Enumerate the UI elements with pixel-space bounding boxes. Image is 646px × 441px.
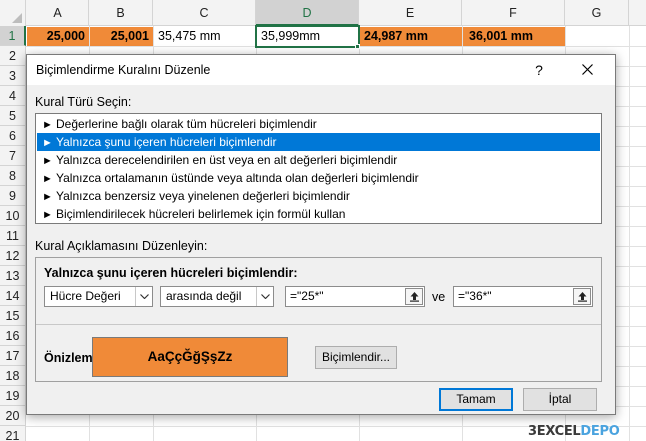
cell-e1[interactable]: 24,987 mm [360,27,462,46]
row-header-7[interactable]: 7 [0,146,26,166]
edit-formatting-rule-dialog: Biçimlendirme Kuralını Düzenle ? Kural T… [26,54,616,415]
row-header-19[interactable]: 19 [0,386,26,406]
cell-c1[interactable]: 35,475 mm [154,27,256,46]
column-header-a[interactable]: A [27,0,89,26]
arrow-right-icon: ► [42,119,53,131]
select-all-corner[interactable] [0,0,26,26]
chevron-down-icon [261,294,270,299]
column-header-c[interactable]: C [153,0,256,26]
arrow-right-icon: ► [42,173,53,185]
condition-operator-select[interactable]: arasında değil [160,286,274,307]
rule-type-item-selected[interactable]: ► Yalnızca şunu içeren hücreleri biçimlen… [37,133,600,151]
collapse-dialog-button[interactable] [405,288,423,305]
column-header-f[interactable]: F [462,0,565,26]
connector-label: ve [432,290,446,304]
rule-type-item[interactable]: ► Değerlerine bağlı olarak tüm hücreleri … [37,115,600,133]
collapse-dialog-button[interactable] [573,288,591,305]
help-button[interactable]: ? [527,58,551,82]
arrow-right-icon: ► [42,209,53,221]
ok-button[interactable]: Tamam [439,388,513,411]
value1-input[interactable]: ="25*" [285,286,425,307]
row-header-14[interactable]: 14 [0,286,26,306]
rule-type-item[interactable]: ► Yalnızca benzersiz veya yinelenen değer… [37,187,600,205]
dialog-titlebar[interactable]: Biçimlendirme Kuralını Düzenle ? [27,55,615,85]
collapse-arrow-icon [578,292,587,302]
row-header-15[interactable]: 15 [0,306,26,326]
rule-type-item[interactable]: ► Yalnızca derecelendirilen en üst veya e… [37,151,600,169]
collapse-arrow-icon [410,292,419,302]
rule-type-item[interactable]: ► Biçimlendirilecek hücreleri belirlemek … [37,205,600,223]
row-header-2[interactable]: 2 [0,46,26,66]
row-header-11[interactable]: 11 [0,226,26,246]
row-header-4[interactable]: 4 [0,86,26,106]
row-header-17[interactable]: 17 [0,346,26,366]
column-header-b[interactable]: B [89,0,153,26]
watermark-logo: 3EXCELDEPO [528,424,620,439]
column-header-e[interactable]: E [359,0,462,26]
row-header-13[interactable]: 13 [0,266,26,286]
condition-heading: Yalnızca şunu içeren hücreleri biçimlend… [44,266,298,280]
row-header-5[interactable]: 5 [0,106,26,126]
row-header-9[interactable]: 9 [0,186,26,206]
format-button[interactable]: Biçimlendir... [315,346,397,369]
cell-d1-active[interactable]: 35,999mm [255,25,360,48]
divider [36,324,601,325]
row-header-6[interactable]: 6 [0,126,26,146]
arrow-right-icon: ► [42,191,53,203]
column-header-d[interactable]: D [256,0,359,26]
cell-f1[interactable]: 36,001 mm [463,27,565,46]
cancel-button[interactable]: İptal [523,388,597,411]
row-header-8[interactable]: 8 [0,166,26,186]
rule-type-item[interactable]: ► Yalnızca ortalamanın üstünde veya altın… [37,169,600,187]
row-header-18[interactable]: 18 [0,366,26,386]
dialog-title: Biçimlendirme Kuralını Düzenle [36,63,211,77]
close-icon [582,64,593,75]
condition-field-select[interactable]: Hücre Değeri [44,286,153,307]
cell-b1[interactable]: 25,001 [90,27,153,46]
row-header-20[interactable]: 20 [0,406,26,426]
row-header-1[interactable]: 1 [0,26,26,46]
arrow-right-icon: ► [42,137,53,149]
row-header-12[interactable]: 12 [0,246,26,266]
arrow-right-icon: ► [42,155,53,167]
rule-type-label: Kural Türü Seçin: [35,95,132,109]
close-button[interactable] [573,58,603,82]
edit-description-label: Kural Açıklamasını Düzenleyin: [35,239,208,253]
value2-input[interactable]: ="36*" [453,286,593,307]
column-header-g[interactable]: G [565,0,629,26]
row-header-3[interactable]: 3 [0,66,26,86]
cell-a1[interactable]: 25,000 [27,27,89,46]
row-header-10[interactable]: 10 [0,206,26,226]
row-header-21[interactable]: 21 [0,426,26,441]
chevron-down-icon [140,294,149,299]
row-header-16[interactable]: 16 [0,326,26,346]
format-preview: AaÇçĞğŞşZz [92,337,288,377]
rule-type-list[interactable]: ► Değerlerine bağlı olarak tüm hücreleri … [35,113,602,224]
